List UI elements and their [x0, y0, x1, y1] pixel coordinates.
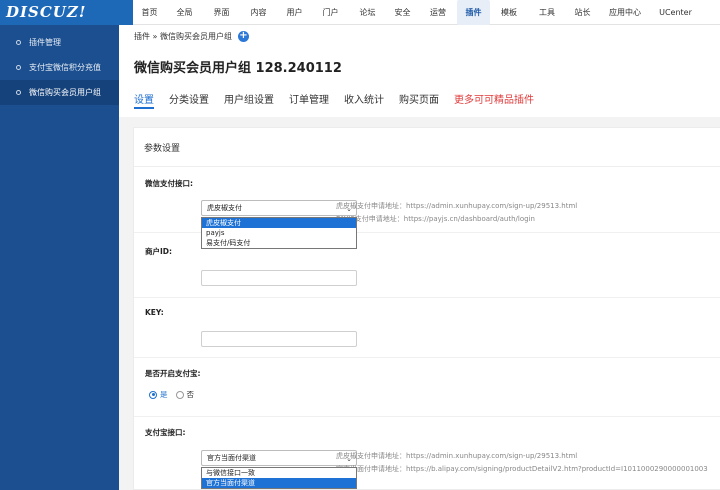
alipay-selected-value: 官方当面付渠道 — [207, 454, 256, 462]
row-divider — [134, 416, 720, 417]
nav-plugins[interactable]: 插件 — [457, 0, 490, 25]
sidebar-item-recharge[interactable]: 支付宝微信积分充值 — [0, 55, 119, 80]
circle-bullet-icon — [16, 40, 21, 45]
nav-home[interactable]: 首页 — [133, 0, 166, 25]
breadcrumb-text: 插件 » 微信购买会员用户组 — [134, 32, 232, 41]
radio-yes[interactable] — [149, 390, 157, 399]
nav-tools[interactable]: 工具 — [528, 0, 566, 25]
tab-more-plugins[interactable]: 更多可可精品插件 — [454, 91, 534, 109]
settings-card: 参数设置 微信支付接口: 虎皮椒支付 ⌄ 虎皮椒支付 payjs 易支付/码支付… — [133, 127, 720, 490]
sidebar-item-label: 插件管理 — [29, 38, 61, 47]
tab-usergroup-settings[interactable]: 用户组设置 — [224, 91, 274, 109]
plus-icon[interactable]: + — [237, 31, 249, 42]
nav-forum[interactable]: 论坛 — [349, 0, 386, 25]
sidebar-item-label: 微信购买会员用户组 — [29, 88, 101, 97]
wechat-pay-select[interactable]: 虎皮椒支付 ⌄ — [201, 200, 357, 216]
nav-ucenter[interactable]: UCenter — [651, 0, 700, 25]
top-nav: 首页 全局 界面 内容 用户 门户 论坛 安全 运营 插件 模板 工具 站长 应… — [133, 0, 700, 25]
tab-category-settings[interactable]: 分类设置 — [169, 91, 209, 109]
dropdown-option[interactable]: 官方当面付渠道 — [202, 478, 356, 488]
row-divider — [134, 297, 720, 298]
top-bar: DISCUZ! 首页 全局 界面 内容 用户 门户 论坛 安全 运营 插件 模板… — [0, 0, 720, 25]
merchant-id-input[interactable] — [201, 270, 357, 286]
alipay-hint-1: 虎皮椒支付申请地址：https://admin.xunhupay.com/sig… — [336, 452, 578, 460]
tab-income-stats[interactable]: 收入统计 — [344, 91, 384, 109]
circle-bullet-icon — [16, 90, 21, 95]
dropdown-option[interactable]: 易支付/码支付 — [202, 238, 356, 248]
nav-interface[interactable]: 界面 — [203, 0, 240, 25]
wechat-pay-dropdown: 虎皮椒支付 payjs 易支付/码支付 — [201, 217, 357, 249]
key-input[interactable] — [201, 331, 357, 347]
page-title: 微信购买会员用户组 128.240112 — [134, 61, 342, 76]
nav-templates[interactable]: 模板 — [490, 0, 528, 25]
dropdown-option[interactable]: payjs — [202, 228, 356, 238]
radio-no[interactable] — [175, 390, 184, 399]
enable-alipay-label: 是否开启支付宝: — [145, 369, 201, 378]
main-content: 插件 » 微信购买会员用户组 + 微信购买会员用户组 128.240112 设置… — [119, 25, 720, 490]
tab-settings[interactable]: 设置 — [134, 91, 154, 109]
wechat-pay-selected-value: 虎皮椒支付 — [207, 204, 242, 212]
breadcrumb: 插件 » 微信购买会员用户组 + — [134, 31, 249, 42]
nav-app-center[interactable]: 应用中心 — [599, 0, 651, 25]
radio-yes-label[interactable]: 是 — [160, 389, 168, 400]
enable-alipay-radio-group: 是 否 — [149, 389, 202, 400]
nav-portal[interactable]: 门户 — [312, 0, 349, 25]
alipay-interface-select[interactable]: 官方当面付渠道 ⌄ — [201, 450, 357, 466]
dropdown-option[interactable]: 与微信接口一致 — [202, 468, 356, 478]
sidebar-item-wechat-usergroup[interactable]: 微信购买会员用户组 — [0, 80, 119, 105]
alipay-hint-2: 官方当面付申请地址：https://b.alipay.com/signing/p… — [336, 465, 708, 473]
tab-bar: 设置 分类设置 用户组设置 订单管理 收入统计 购买页面 更多可可精品插件 — [134, 91, 549, 109]
row-divider — [134, 357, 720, 358]
nav-users[interactable]: 用户 — [277, 0, 312, 25]
sidebar-item-label: 支付宝微信积分充值 — [29, 63, 101, 72]
radio-no-label[interactable]: 否 — [187, 389, 195, 400]
alipay-interface-label: 支付宝接口: — [145, 428, 186, 437]
section-title: 参数设置 — [144, 144, 181, 154]
tab-purchase-page[interactable]: 购买页面 — [399, 91, 439, 109]
nav-security[interactable]: 安全 — [386, 0, 419, 25]
key-label: KEY: — [145, 308, 164, 317]
sidebar: 插件管理 支付宝微信积分充值 微信购买会员用户组 — [0, 25, 119, 490]
nav-operations[interactable]: 运营 — [419, 0, 457, 25]
nav-global[interactable]: 全局 — [166, 0, 203, 25]
divider — [134, 166, 720, 167]
alipay-dropdown: 与微信接口一致 官方当面付渠道 — [201, 467, 357, 489]
sidebar-item-plugin-manage[interactable]: 插件管理 — [0, 30, 119, 55]
nav-content[interactable]: 内容 — [240, 0, 277, 25]
tab-order-management[interactable]: 订单管理 — [289, 91, 329, 109]
merchant-id-label: 商户ID: — [145, 247, 173, 256]
dropdown-option[interactable]: 虎皮椒支付 — [202, 218, 356, 228]
wechat-pay-label: 微信支付接口: — [145, 179, 193, 188]
circle-bullet-icon — [16, 65, 21, 70]
discuz-logo[interactable]: DISCUZ! — [0, 0, 133, 25]
wechat-pay-hint-2: PAYJS支付申请地址：https://payjs.cn/dashboard/a… — [336, 215, 535, 223]
nav-webmaster[interactable]: 站长 — [566, 0, 599, 25]
wechat-pay-hint-1: 虎皮椒支付申请地址：https://admin.xunhupay.com/sig… — [336, 202, 578, 210]
